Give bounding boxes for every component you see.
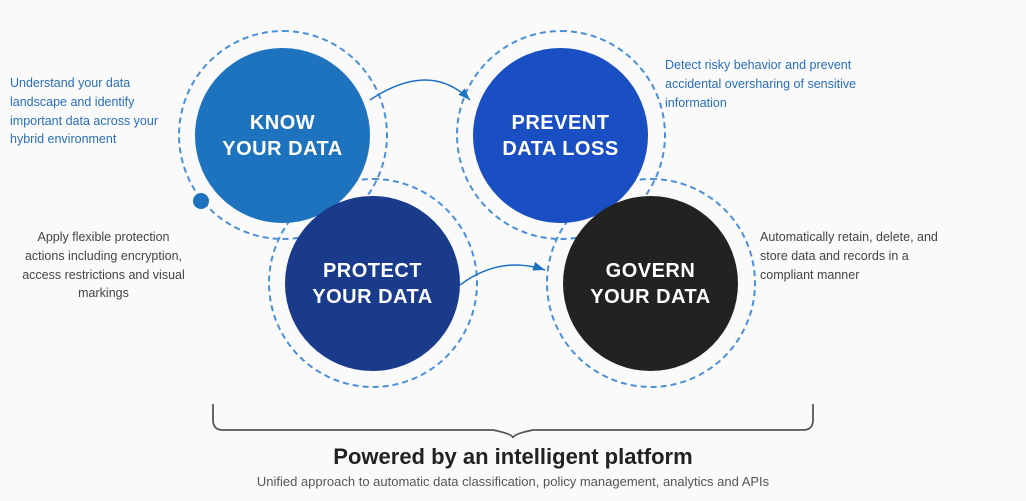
annotation-prevent: Detect risky behavior and prevent accide… — [665, 56, 865, 112]
powered-title: Powered by an intelligent platform — [333, 444, 692, 470]
brace-svg — [193, 400, 833, 438]
annotation-protect: Apply flexible protection actions includ… — [16, 228, 191, 303]
circle-govern: GOVERN YOUR DATA — [563, 196, 738, 371]
circle-know-line1: KNOW — [222, 110, 342, 136]
circle-know: KNOW YOUR DATA — [195, 48, 370, 223]
circle-protect-line1: PROTECT — [312, 258, 432, 284]
main-container: KNOW YOUR DATA PREVENT DATA LOSS PROTECT… — [0, 0, 1026, 501]
circle-govern-line1: GOVERN — [590, 258, 710, 284]
bottom-section: Powered by an intelligent platform Unifi… — [0, 386, 1026, 501]
powered-subtitle: Unified approach to automatic data class… — [257, 474, 769, 489]
circle-prevent-line2: DATA LOSS — [502, 136, 618, 162]
circle-protect-line2: YOUR DATA — [312, 284, 432, 310]
annotation-know: Understand your data landscape and ident… — [10, 74, 185, 149]
circle-prevent-line1: PREVENT — [502, 110, 618, 136]
circle-govern-line2: YOUR DATA — [590, 284, 710, 310]
circles-area: KNOW YOUR DATA PREVENT DATA LOSS PROTECT… — [0, 0, 1026, 390]
dot-blue — [193, 193, 209, 209]
circle-protect: PROTECT YOUR DATA — [285, 196, 460, 371]
circle-prevent: PREVENT DATA LOSS — [473, 48, 648, 223]
circle-know-line2: YOUR DATA — [222, 136, 342, 162]
annotation-govern: Automatically retain, delete, and store … — [760, 228, 955, 284]
